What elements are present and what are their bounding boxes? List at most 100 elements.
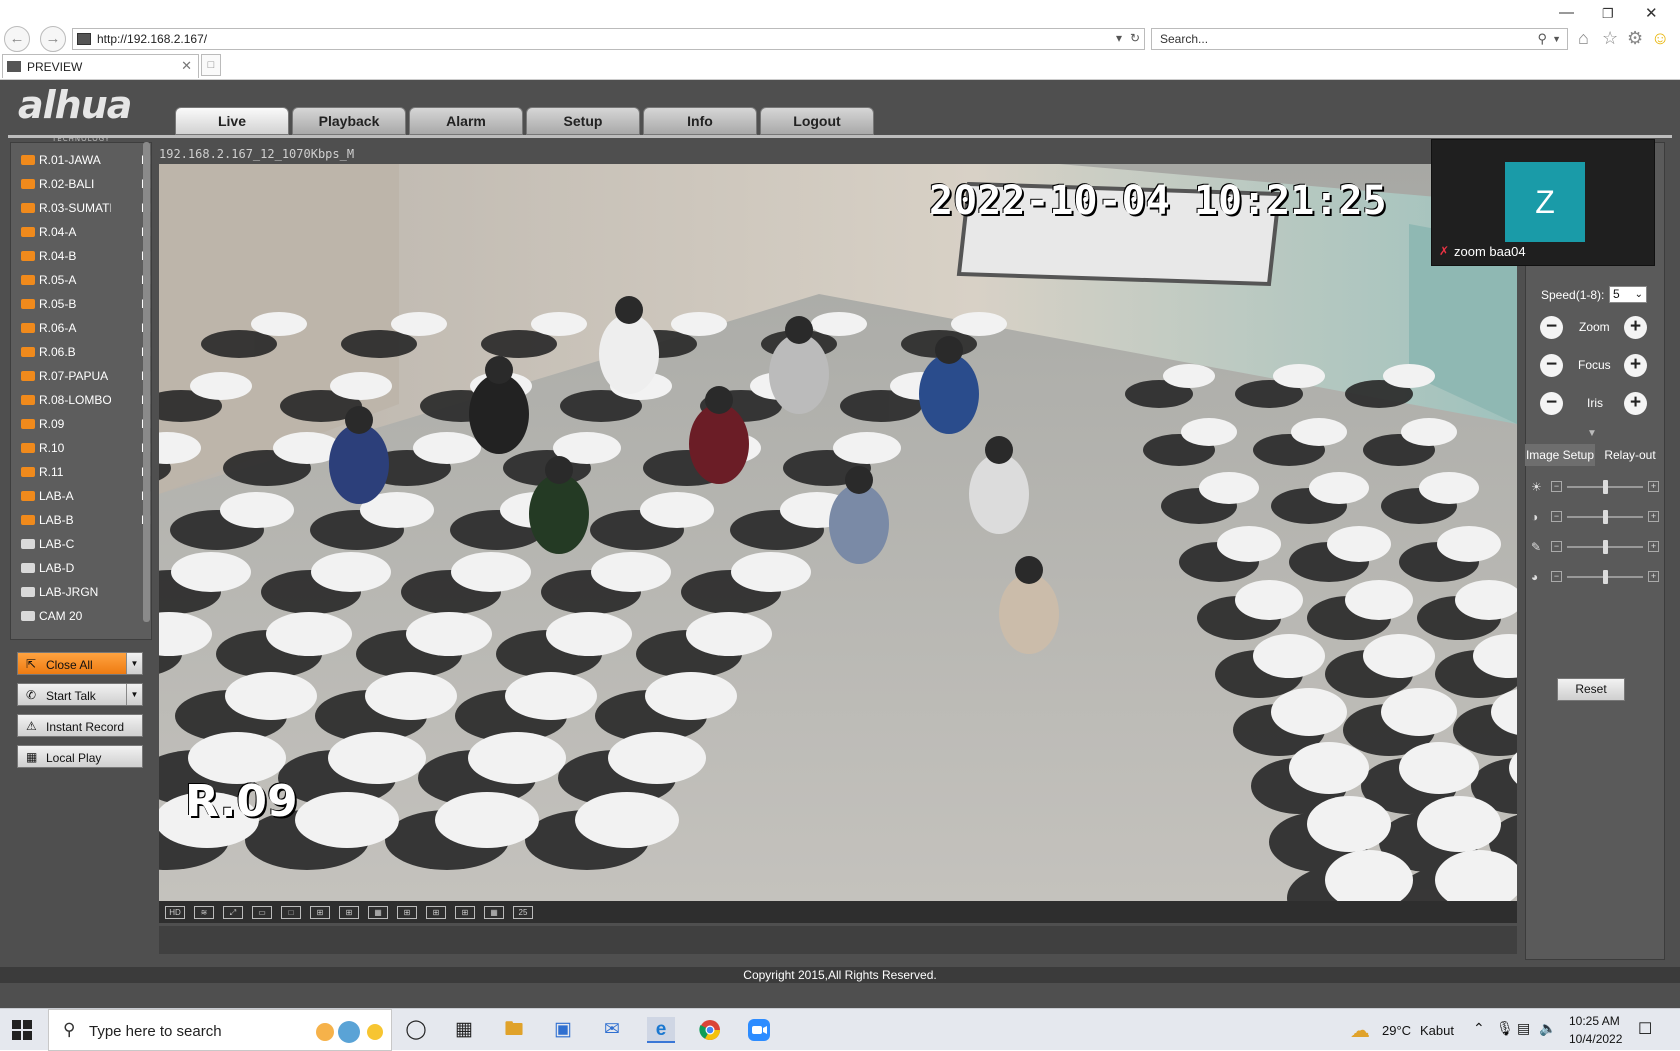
contrast-increase-button[interactable]: +	[1648, 511, 1659, 522]
layout-button[interactable]: ▭	[252, 906, 272, 919]
layout-button[interactable]: ▦	[484, 906, 504, 919]
weather-desc[interactable]: Kabut	[1420, 1023, 1454, 1038]
layout-button[interactable]: HD	[165, 906, 185, 919]
channel-item[interactable]: R.05-BM	[21, 295, 151, 313]
chevron-up-icon[interactable]: ⌃	[1473, 1020, 1485, 1037]
close-all-button[interactable]: ⇱ Close All ▼	[17, 652, 143, 675]
close-all-dropdown-icon[interactable]: ▼	[126, 653, 142, 674]
hue-increase-button[interactable]: +	[1648, 571, 1659, 582]
channel-item[interactable]: R.05-AM	[21, 271, 151, 289]
brightness-thumb[interactable]	[1603, 480, 1608, 494]
iris-minus-button[interactable]: −	[1540, 392, 1563, 415]
layout-button[interactable]: 25	[513, 906, 533, 919]
channel-item[interactable]: R.10M	[21, 439, 151, 457]
channel-item[interactable]: R.04-BM	[21, 247, 151, 265]
tab-logout[interactable]: Logout	[760, 107, 874, 135]
clock-time[interactable]: 10:25 AM	[1569, 1014, 1620, 1028]
zoom-meeting-overlay[interactable]: Z ✗ zoom baa04	[1431, 139, 1655, 266]
instant-record-button[interactable]: ⚠ Instant Record	[17, 714, 143, 737]
tab-alarm[interactable]: Alarm	[409, 107, 523, 135]
focus-plus-button[interactable]: +	[1624, 354, 1647, 377]
new-tab-icon[interactable]: □	[201, 54, 221, 76]
cortana-icon[interactable]: ◯	[402, 1017, 430, 1043]
close-tab-icon[interactable]: ✕	[181, 58, 192, 74]
contrast-decrease-button[interactable]: −	[1551, 511, 1562, 522]
file-explorer-icon[interactable]: 🖿	[500, 1017, 528, 1043]
home-icon[interactable]: ⌂	[1578, 28, 1589, 49]
favorites-star-icon[interactable]: ☆	[1602, 28, 1618, 49]
layout-button[interactable]: ⊞	[339, 906, 359, 919]
browser-search-box[interactable]: Search... ⚲ ▼	[1151, 28, 1568, 50]
layout-button[interactable]: ⊞	[310, 906, 330, 919]
saturation-increase-button[interactable]: +	[1648, 541, 1659, 552]
channel-item[interactable]: R.06.BM	[21, 343, 151, 361]
saturation-decrease-button[interactable]: −	[1551, 541, 1562, 552]
minimize-icon[interactable]: —	[1559, 4, 1574, 21]
channel-item[interactable]: LAB-AM	[21, 487, 151, 505]
channel-item[interactable]: R.06-AM	[21, 319, 151, 337]
tab-playback[interactable]: Playback	[292, 107, 406, 135]
layout-button[interactable]: ▦	[368, 906, 388, 919]
channel-item[interactable]: R.11M	[21, 463, 151, 481]
settings-gear-icon[interactable]: ⚙	[1627, 28, 1643, 49]
refresh-icon[interactable]: ↻	[1130, 31, 1140, 45]
channel-item[interactable]: R.09M	[21, 415, 151, 433]
network-icon[interactable]: ▤	[1517, 1020, 1530, 1037]
focus-minus-button[interactable]: −	[1540, 354, 1563, 377]
channel-item[interactable]: R.03-SUMATERAM	[21, 199, 151, 217]
zoom-out-button[interactable]: −	[1540, 316, 1563, 339]
speed-select[interactable]: 5 ⌄	[1609, 286, 1647, 303]
layout-button[interactable]: ⊞	[455, 906, 475, 919]
browser-tab-preview[interactable]: PREVIEW ✕	[2, 54, 199, 78]
iris-plus-button[interactable]: +	[1624, 392, 1647, 415]
start-talk-button[interactable]: ✆ Start Talk ▼	[17, 683, 143, 706]
address-dropdown-icon[interactable]: ▾	[1116, 31, 1122, 45]
layout-button[interactable]: ⤢	[223, 906, 243, 919]
channel-item[interactable]: LAB-C	[21, 535, 146, 553]
brightness-decrease-button[interactable]: −	[1551, 481, 1562, 492]
back-arrow-icon[interactable]: ←	[4, 26, 30, 52]
feedback-smiley-icon[interactable]: ☺	[1651, 28, 1669, 49]
layout-button[interactable]: ⊞	[397, 906, 417, 919]
channel-item[interactable]: LAB-BM	[21, 511, 151, 529]
search-dropdown-icon[interactable]: ▼	[1552, 34, 1561, 44]
contrast-thumb[interactable]	[1603, 510, 1608, 524]
channel-item[interactable]: R.04-AM	[21, 223, 151, 241]
start-talk-dropdown-icon[interactable]: ▼	[126, 684, 142, 705]
search-icon[interactable]: ⚲	[1537, 31, 1547, 47]
close-window-icon[interactable]: ✕	[1645, 4, 1658, 22]
notifications-icon[interactable]: ☐	[1638, 1019, 1652, 1039]
address-url[interactable]: http://192.168.2.167/	[97, 32, 207, 46]
reset-button[interactable]: Reset	[1557, 678, 1625, 701]
weather-temp[interactable]: 29°C	[1382, 1023, 1411, 1038]
channel-item[interactable]: LAB-D	[21, 559, 146, 577]
zoom-app-icon[interactable]	[745, 1017, 773, 1043]
volume-icon[interactable]: 🔈	[1539, 1020, 1556, 1037]
hue-decrease-button[interactable]: −	[1551, 571, 1562, 582]
collapse-arrow-icon[interactable]: ▼	[1587, 428, 1597, 439]
layout-button[interactable]: ⊞	[426, 906, 446, 919]
brightness-increase-button[interactable]: +	[1648, 481, 1659, 492]
channel-item[interactable]: R.01-JAWAM	[21, 151, 151, 169]
restore-icon[interactable]: ❐	[1602, 6, 1614, 22]
channel-item[interactable]: LAB-JRGN	[21, 583, 146, 601]
microsoft-store-icon[interactable]: ▣	[549, 1017, 577, 1043]
address-bar[interactable]: http://192.168.2.167/ ▾ ↻	[72, 28, 1145, 50]
tab-setup[interactable]: Setup	[526, 107, 640, 135]
weather-cloud-icon[interactable]: ☁	[1350, 1018, 1370, 1043]
saturation-thumb[interactable]	[1603, 540, 1608, 554]
chrome-icon[interactable]	[696, 1017, 724, 1043]
channel-item[interactable]: R.08-LOMBOKM	[21, 391, 151, 409]
microphone-icon[interactable]: 🎙	[1496, 1020, 1514, 1037]
tab-live[interactable]: Live	[175, 107, 289, 135]
clock-date[interactable]: 10/4/2022	[1569, 1032, 1622, 1046]
channel-item[interactable]: R.07-PAPUAM	[21, 367, 151, 385]
tab-image-setup[interactable]: Image Setup	[1525, 444, 1595, 466]
windows-start-icon[interactable]	[12, 1020, 32, 1040]
channel-item[interactable]: R.02-BALIM	[21, 175, 151, 193]
task-view-icon[interactable]: ▦	[450, 1017, 478, 1043]
layout-button[interactable]: □	[281, 906, 301, 919]
tab-relay-out[interactable]: Relay-out	[1595, 444, 1665, 466]
tab-info[interactable]: Info	[643, 107, 757, 135]
layout-button[interactable]: ≋	[194, 906, 214, 919]
